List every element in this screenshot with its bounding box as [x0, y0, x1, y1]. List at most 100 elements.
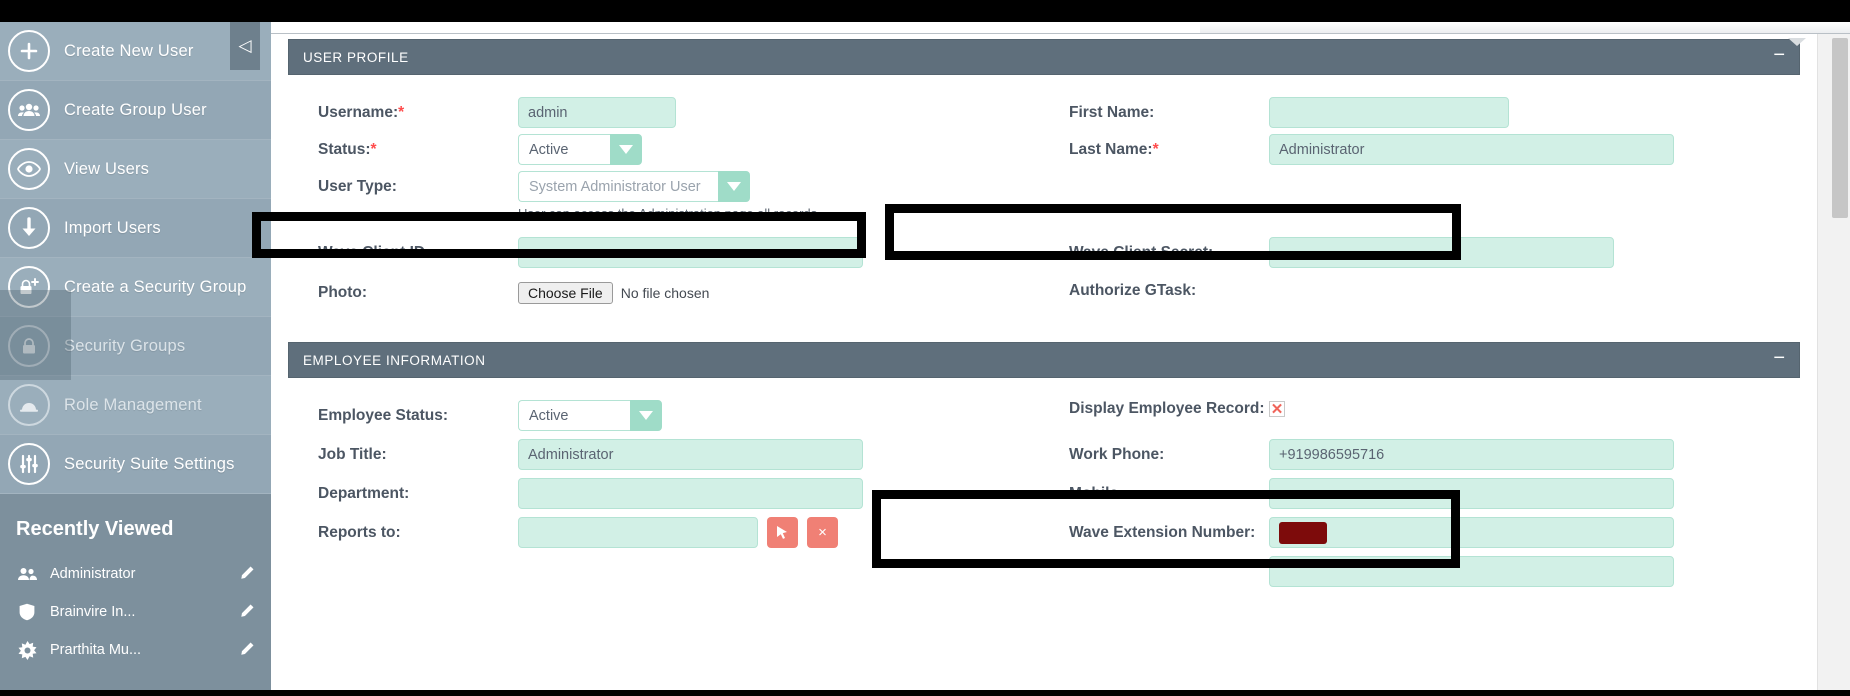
row-department-mobile: Department: Mobile:	[288, 478, 1800, 509]
mobile-label: Mobile:	[1069, 484, 1124, 502]
field-status: Status:* Active	[288, 134, 1044, 165]
sidebar-item-security-groups[interactable]: Security Groups	[0, 317, 271, 376]
row-empstatus-display: Employee Status: Active Display Employee…	[288, 400, 1800, 431]
sidebar-item-label: Create Group User	[64, 100, 207, 119]
field-username: Username:* admin	[288, 97, 1044, 128]
recent-item-prarthita[interactable]: Prarthita Mu...	[0, 631, 271, 669]
first-name-input[interactable]	[1269, 97, 1509, 128]
job-title-label: Job Title:	[318, 445, 387, 463]
display-employee-record-label: Display Employee Record:	[1069, 400, 1265, 417]
user-profile-header[interactable]: USER PROFILE −	[288, 39, 1800, 75]
pencil-icon[interactable]	[239, 565, 255, 584]
work-phone-input[interactable]: +919986595716	[1269, 439, 1674, 470]
sidebar-item-label: Security Suite Settings	[64, 454, 235, 473]
display-employee-record-checkbox[interactable]: ✕	[1269, 401, 1285, 417]
chevron-down-icon	[610, 134, 642, 165]
screen-root: Create New User Create Group User View U…	[0, 0, 1850, 696]
wave-extension-number-input[interactable]	[1269, 517, 1674, 548]
cursor-arrow-icon[interactable]	[767, 517, 798, 548]
wave-client-id-input[interactable]	[518, 237, 863, 268]
user-type-select-value: System Administrator User	[518, 171, 718, 202]
row-username-firstname: Username:* admin First Name:	[288, 97, 1800, 128]
recent-item-label: Prarthita Mu...	[50, 642, 142, 658]
sidebar-item-label: Create a Security Group	[64, 277, 247, 296]
sidebar-item-label: Import Users	[64, 218, 161, 237]
department-label: Department:	[318, 484, 410, 502]
recently-viewed-section: Recently Viewed Administrator Brainvire …	[0, 494, 271, 696]
reports-to-input[interactable]	[518, 517, 758, 548]
sidebar-item-import-users[interactable]: Import Users	[0, 199, 271, 258]
group-users-icon	[8, 89, 50, 131]
chevron-down-icon[interactable]	[1788, 38, 1806, 46]
field-job-title: Job Title: Administrator	[288, 439, 1044, 470]
recent-item-administrator[interactable]: Administrator	[0, 555, 271, 593]
wave-client-secret-label: Wave Client Secret:	[1069, 243, 1214, 261]
sidebar-collapse-button[interactable]: ◁	[230, 22, 260, 70]
status-select-value: Active	[518, 134, 610, 165]
bottom-partial-input[interactable]	[1269, 556, 1674, 587]
sidebar-item-security-suite-settings[interactable]: Security Suite Settings	[0, 435, 271, 494]
field-wave-client-id: Wave Client ID:	[288, 237, 1044, 268]
recent-item-label: Brainvire In...	[50, 604, 136, 620]
minus-icon[interactable]: −	[1773, 45, 1785, 70]
plus-circle-icon	[8, 30, 50, 72]
close-x-icon[interactable]: ×	[807, 517, 838, 548]
user-profile-panel: USER PROFILE − Username:* admin First Na…	[288, 39, 1800, 320]
mobile-input[interactable]	[1269, 478, 1674, 509]
field-mobile: Mobile:	[1044, 478, 1800, 509]
employee-information-header[interactable]: EMPLOYEE INFORMATION −	[288, 342, 1800, 378]
employee-status-select-value: Active	[518, 400, 630, 431]
username-input[interactable]: admin	[518, 97, 676, 128]
username-label: Username:*	[318, 103, 405, 121]
sidebar-item-view-users[interactable]: View Users	[0, 140, 271, 199]
browser-chrome-strip-right	[1200, 22, 1850, 34]
status-select[interactable]: Active	[518, 134, 642, 165]
wave-client-secret-input[interactable]	[1269, 237, 1614, 268]
user-type-select[interactable]: System Administrator User	[518, 171, 750, 202]
row-usertype: User Type: System Administrator User	[288, 171, 1800, 202]
sidebar-item-create-group-user[interactable]: Create Group User	[0, 81, 271, 140]
chevron-down-icon	[630, 400, 662, 431]
sidebar-item-label: Role Management	[64, 395, 202, 414]
work-phone-label: Work Phone:	[1069, 445, 1165, 463]
choose-file-button[interactable]: Choose File	[518, 282, 613, 304]
job-title-input[interactable]: Administrator	[518, 439, 863, 470]
recent-item-brainvire[interactable]: Brainvire In...	[0, 593, 271, 631]
row-jobtitle-workphone: Job Title: Administrator Work Phone: +91…	[288, 439, 1800, 470]
eye-icon	[8, 148, 50, 190]
field-wave-client-secret: Wave Client Secret:	[1044, 237, 1800, 268]
field-reports-to: Reports to: ×	[288, 517, 1044, 548]
authorize-gtask-label: Authorize GTask:	[1069, 282, 1197, 299]
sidebar-item-create-a-security-group[interactable]: Create a Security Group	[0, 258, 271, 317]
department-input[interactable]	[518, 478, 863, 509]
minus-icon[interactable]: −	[1773, 348, 1785, 373]
pencil-icon[interactable]	[239, 603, 255, 622]
redaction-block	[1279, 521, 1327, 544]
photo-file-status: No file chosen	[620, 285, 710, 301]
field-first-name: First Name:	[1044, 97, 1800, 128]
field-display-employee-record: Display Employee Record: ✕	[1044, 400, 1800, 418]
row-photo-gtask: Photo: Choose File No file chosen Author…	[288, 282, 1800, 304]
panel-title: USER PROFILE	[303, 49, 409, 65]
field-photo: Photo: Choose File No file chosen	[288, 282, 1044, 304]
last-name-input[interactable]: Administrator	[1269, 134, 1674, 165]
pencil-icon[interactable]	[239, 641, 255, 660]
recently-viewed-title: Recently Viewed	[16, 518, 174, 540]
user-type-label: User Type:	[318, 177, 397, 195]
photo-label: Photo:	[318, 284, 368, 301]
row-wave-client: Wave Client ID: Wave Client Secret:	[288, 237, 1800, 268]
employee-status-select[interactable]: Active	[518, 400, 662, 431]
sidebar-item-role-management[interactable]: Role Management	[0, 376, 271, 435]
field-wave-extension-number: Wave Extension Number:	[1044, 517, 1800, 548]
field-employee-status: Employee Status: Active	[288, 400, 1044, 431]
row-status-lastname: Status:* Active Last Name:* Administrato…	[288, 134, 1800, 165]
wave-extension-number-label: Wave Extension Number:	[1069, 523, 1256, 541]
chevron-down-icon	[718, 171, 750, 202]
first-name-label: First Name:	[1069, 103, 1155, 121]
employee-information-panel: EMPLOYEE INFORMATION − Employee Status: …	[288, 342, 1800, 603]
row-partial-bottom	[288, 556, 1800, 587]
page-scroll-thumb[interactable]	[1832, 38, 1848, 218]
sidebar-item-label: View Users	[64, 159, 150, 178]
shield-icon	[16, 603, 38, 621]
panel-title: EMPLOYEE INFORMATION	[303, 352, 486, 368]
